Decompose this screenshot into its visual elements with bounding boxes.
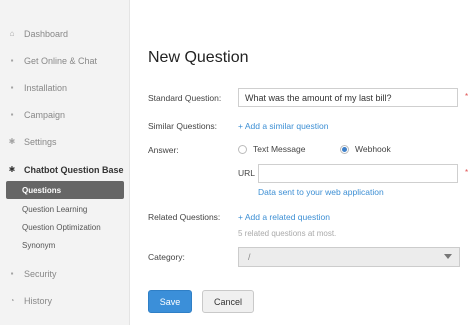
add-related-question-link[interactable]: + Add a related question	[238, 212, 330, 222]
sidebar-item-label: Dashboard	[24, 29, 69, 39]
page-title: New Question	[148, 49, 249, 66]
sidebar-subitem-question-learning[interactable]: Question Learning	[6, 200, 124, 218]
sidebar-item-history[interactable]: ◔ History	[0, 291, 130, 311]
url-hint-link[interactable]: Data sent to your web application	[258, 187, 384, 197]
standard-question-input[interactable]: What was the amount of my last bill?	[238, 88, 458, 107]
related-questions-label: Related Questions:	[148, 212, 221, 222]
history-icon: ◔	[9, 296, 15, 305]
webhook-radio[interactable]: Webhook	[340, 144, 391, 154]
radio-unchecked-icon	[238, 144, 247, 154]
gear-icon: ✱	[8, 137, 16, 146]
category-label: Category:	[148, 252, 185, 262]
sidebar: ⌂ Dashboard ▪ Get Online & Chat ▪ Instal…	[0, 0, 130, 325]
webhook-radio-label: Webhook	[355, 144, 391, 154]
category-select[interactable]: /	[238, 247, 460, 267]
sidebar-item-chatbot-question-base[interactable]: ✱ Chatbot Question Base	[0, 160, 130, 180]
sidebar-item-label: Settings	[24, 137, 57, 147]
sidebar-item-campaign[interactable]: ▪ Campaign	[0, 105, 130, 125]
home-icon: ⌂	[9, 29, 15, 38]
sidebar-subitem-questions[interactable]: Questions	[6, 181, 124, 199]
url-input[interactable]	[258, 164, 458, 183]
required-marker: *	[465, 92, 469, 101]
installation-icon: ▪	[10, 83, 14, 92]
related-questions-hint: 5 related questions at most.	[238, 229, 337, 238]
standard-question-label: Standard Question:	[148, 93, 222, 103]
sidebar-item-label: Campaign	[24, 110, 66, 120]
sidebar-item-label: Installation	[24, 83, 68, 93]
chat-icon: ▪	[10, 56, 14, 65]
sidebar-subitem-synonym[interactable]: Synonym	[6, 236, 124, 254]
sidebar-subitem-question-optimization[interactable]: Question Optimization	[6, 218, 124, 236]
campaign-icon: ▪	[10, 110, 14, 119]
sidebar-item-get-online-chat[interactable]: ▪ Get Online & Chat	[0, 51, 130, 71]
main-content: New Question Standard Question: What was…	[131, 0, 474, 325]
chevron-down-icon	[444, 254, 452, 259]
add-similar-question-link[interactable]: + Add a similar question	[238, 121, 328, 131]
text-message-radio-label: Text Message	[253, 144, 306, 154]
required-marker: *	[465, 168, 469, 177]
category-select-value: /	[248, 252, 251, 262]
sidebar-item-settings[interactable]: ✱ Settings	[0, 132, 130, 152]
cancel-button[interactable]: Cancel	[202, 290, 254, 313]
similar-questions-label: Similar Questions:	[148, 121, 217, 131]
sidebar-item-label: Security	[24, 269, 57, 279]
lock-icon: ▪	[10, 269, 14, 278]
answer-label: Answer:	[148, 145, 179, 155]
bot-icon: ✱	[8, 165, 16, 174]
sidebar-item-label: History	[24, 296, 53, 306]
sidebar-item-dashboard[interactable]: ⌂ Dashboard	[0, 24, 130, 44]
sidebar-item-label: Chatbot Question Base	[24, 165, 124, 175]
radio-checked-icon	[340, 144, 349, 154]
sidebar-item-label: Get Online & Chat	[24, 56, 98, 66]
sidebar-item-installation[interactable]: ▪ Installation	[0, 78, 130, 98]
text-message-radio[interactable]: Text Message	[238, 144, 305, 154]
sidebar-item-security[interactable]: ▪ Security	[0, 264, 130, 284]
url-label: URL	[238, 168, 256, 178]
save-button[interactable]: Save	[148, 290, 192, 313]
